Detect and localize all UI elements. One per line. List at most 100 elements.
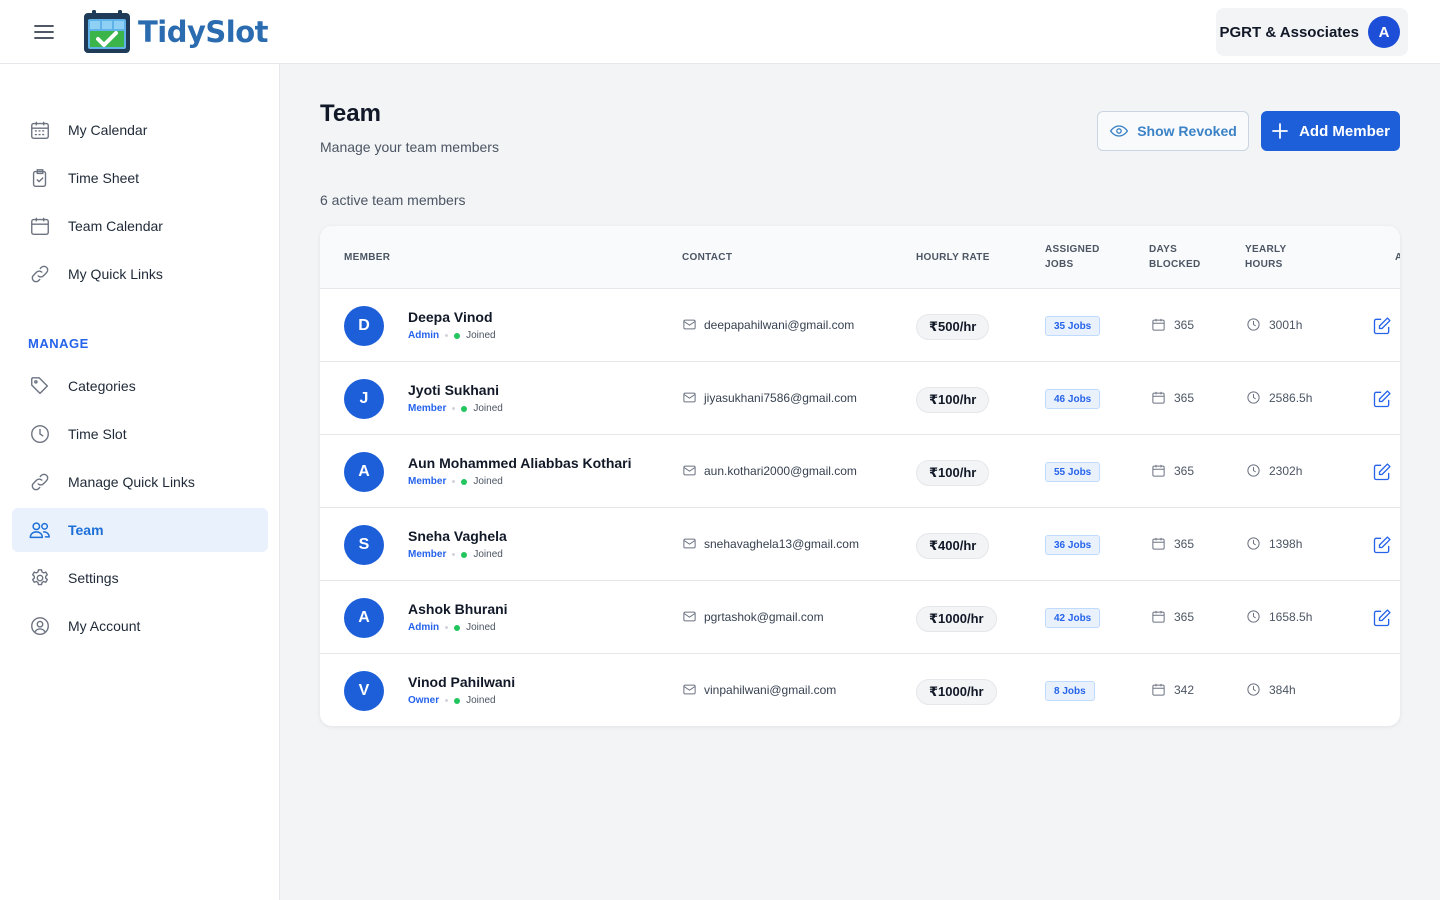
member-meta: Member Joined <box>408 403 503 414</box>
member-email: deepapahilwani@gmail.com <box>704 317 855 332</box>
days-blocked-value: 365 <box>1174 609 1195 624</box>
sidebar-item-label: My Account <box>68 618 141 634</box>
header-line: DAYS <box>1149 244 1178 255</box>
member-name: Vinod Pahilwani <box>408 674 516 690</box>
days-blocked: 365 <box>1151 536 1194 551</box>
assigned-jobs-badge[interactable]: 36 Jobs <box>1045 535 1101 555</box>
assigned-jobs-badge[interactable]: 8 Jobs <box>1045 681 1095 701</box>
member-meta: Admin Joined <box>408 330 496 341</box>
member-contact: snehavaghela13@gmail.com <box>682 536 859 551</box>
member-role: Member <box>408 476 447 487</box>
sidebar-item-my-account[interactable]: My Account <box>12 604 268 648</box>
mail-icon <box>682 317 697 332</box>
sidebar-item-time-sheet[interactable]: Time Sheet <box>12 156 268 200</box>
edit-icon[interactable] <box>1372 389 1392 409</box>
clipboard-check-icon <box>28 166 52 190</box>
sidebar-item-label: Settings <box>68 570 119 586</box>
member-status: Joined <box>466 695 496 706</box>
calendar-grid-icon <box>28 118 52 142</box>
calendar-icon <box>28 214 52 238</box>
sidebar-item-label: My Quick Links <box>68 266 163 282</box>
table-row: D Deepa Vinod Admin Joined deepapahilwani@gm… <box>320 289 1400 362</box>
hourly-rate-badge: ₹400/hr <box>916 533 990 559</box>
edit-icon[interactable] <box>1372 608 1392 628</box>
hourly-rate-badge: ₹1000/hr <box>916 679 997 705</box>
yearly-hours-value: 1398h <box>1269 536 1303 551</box>
separator-dot <box>445 699 449 702</box>
separator-dot <box>445 334 449 337</box>
member-contact: aun.kothari2000@gmail.com <box>682 463 857 478</box>
edit-icon[interactable] <box>1372 462 1392 482</box>
show-revoked-button[interactable]: Show Revoked <box>1097 111 1249 151</box>
yearly-hours: 3001h <box>1246 317 1302 332</box>
page-title: Team <box>320 100 381 127</box>
member-email: pgrtashok@gmail.com <box>704 609 824 624</box>
member-avatar: A <box>344 452 384 492</box>
organization-switcher[interactable]: PGRT & Associates A <box>1216 8 1408 56</box>
sidebar-item-label: Time Slot <box>68 426 127 442</box>
top-header: TidySlot PGRT & Associates A <box>0 0 1440 64</box>
yearly-hours: 2586.5h <box>1246 390 1312 405</box>
table-row: J Jyoti Sukhani Member Joined jiyasukhani758… <box>320 362 1400 435</box>
assigned-jobs-badge[interactable]: 42 Jobs <box>1045 608 1101 628</box>
sidebar-item-time-slot[interactable]: Time Slot <box>12 412 268 456</box>
app-name: TidySlot <box>138 15 269 49</box>
users-icon <box>28 518 52 542</box>
member-meta: Member Joined <box>408 549 503 560</box>
member-avatar: S <box>344 525 384 565</box>
edit-icon[interactable] <box>1372 535 1392 555</box>
column-header-actions: A <box>1395 252 1400 263</box>
calendar-logo-icon <box>84 10 130 53</box>
hamburger-menu-icon[interactable] <box>30 20 58 44</box>
table-header: MEMBER CONTACT HOURLY RATE ASSIGNED JOBS… <box>320 226 1400 289</box>
header-line: JOBS <box>1045 259 1074 270</box>
edit-icon[interactable] <box>1372 316 1392 336</box>
member-avatar: J <box>344 379 384 419</box>
days-blocked-value: 365 <box>1174 463 1195 478</box>
member-role: Owner <box>408 695 440 706</box>
eye-icon <box>1110 125 1129 137</box>
mail-icon <box>682 609 697 624</box>
sidebar-item-label: My Calendar <box>68 122 148 138</box>
member-email: aun.kothari2000@gmail.com <box>704 463 857 478</box>
member-avatar: V <box>344 671 384 711</box>
member-role: Member <box>408 549 447 560</box>
column-header-days-blocked: DAYS BLOCKED <box>1149 242 1201 272</box>
column-header-member: MEMBER <box>344 252 391 263</box>
status-dot <box>454 697 461 704</box>
yearly-hours-value: 384h <box>1269 682 1296 697</box>
calendar-icon <box>1151 536 1166 551</box>
yearly-hours: 1398h <box>1246 536 1302 551</box>
mail-icon <box>682 536 697 551</box>
hourly-rate-badge: ₹100/hr <box>916 387 990 413</box>
link-icon <box>28 470 52 494</box>
sidebar-item-team[interactable]: Team <box>12 508 268 552</box>
sidebar-item-team-calendar[interactable]: Team Calendar <box>12 204 268 248</box>
assigned-jobs-badge[interactable]: 35 Jobs <box>1045 316 1101 336</box>
app-logo[interactable]: TidySlot <box>82 8 269 56</box>
column-header-contact: CONTACT <box>682 252 733 263</box>
add-member-button[interactable]: Add Member <box>1261 111 1400 151</box>
member-meta: Admin Joined <box>408 622 496 633</box>
sidebar-item-my-quick-links[interactable]: My Quick Links <box>12 252 268 296</box>
sidebar-item-my-calendar[interactable]: My Calendar <box>12 108 268 152</box>
member-meta: Member Joined <box>408 476 503 487</box>
sidebar-item-categories[interactable]: Categories <box>12 364 268 408</box>
sidebar-item-settings[interactable]: Settings <box>12 556 268 600</box>
user-circle-icon <box>28 614 52 638</box>
assigned-jobs-badge[interactable]: 46 Jobs <box>1045 389 1101 409</box>
clock-icon <box>28 422 52 446</box>
gear-icon <box>28 566 52 590</box>
assigned-jobs-badge[interactable]: 55 Jobs <box>1045 462 1101 482</box>
member-email: vinpahilwani@gmail.com <box>704 682 837 697</box>
member-status: Joined <box>473 403 503 414</box>
days-blocked-value: 342 <box>1174 682 1195 697</box>
show-revoked-label: Show Revoked <box>1137 123 1237 139</box>
sidebar-item-manage-quick-links[interactable]: Manage Quick Links <box>12 460 268 504</box>
status-dot <box>454 624 461 631</box>
status-dot <box>461 551 468 558</box>
header-line: ASSIGNED <box>1045 244 1100 255</box>
header-line: YEARLY <box>1245 244 1287 255</box>
table-row: S Sneha Vaghela Member Joined snehavaghela13… <box>320 508 1400 581</box>
member-role: Admin <box>408 330 440 341</box>
